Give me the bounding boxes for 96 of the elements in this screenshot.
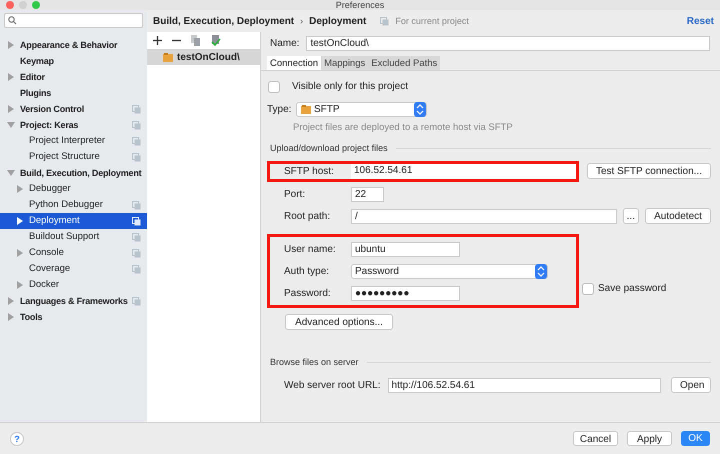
zoom-icon[interactable] (32, 1, 40, 9)
collapse-arrow-icon[interactable] (7, 121, 15, 129)
tree-item[interactable]: Buildout Support (0, 229, 147, 245)
dialog-button[interactable]: OK (681, 431, 710, 446)
copy-icon[interactable] (191, 35, 201, 46)
tree-item-label: Project Structure (29, 151, 100, 163)
checkbox-label: Save password (598, 282, 666, 296)
stepper-icon[interactable] (535, 264, 547, 278)
stepper-icon[interactable] (414, 102, 426, 117)
field-label: SFTP host: (284, 164, 334, 178)
field-label: Port: (284, 188, 306, 202)
dialog-button[interactable]: Apply (627, 431, 672, 446)
checkbox[interactable] (268, 80, 280, 92)
field-label: Root path: (284, 210, 330, 224)
tree-item-label: Python Debugger (29, 199, 103, 211)
expand-arrow-icon[interactable] (16, 217, 24, 225)
name-field[interactable]: testOnCloud\ (306, 36, 710, 51)
tree-item[interactable]: Languages & Frameworks (0, 293, 147, 309)
tree-item[interactable]: Version Control (0, 101, 147, 117)
section-title: Browse files on server (270, 356, 359, 369)
browse-button[interactable]: ... (622, 208, 639, 224)
tree-item[interactable]: Coverage (0, 261, 147, 277)
test-connection-button[interactable]: Test SFTP connection... (587, 163, 711, 179)
tree-item[interactable]: Python Debugger (0, 197, 147, 213)
breadcrumb: Deployment (309, 14, 366, 28)
copy-icon (380, 16, 390, 26)
field-label: Password: (284, 286, 331, 300)
tree-item[interactable]: Plugins (0, 85, 147, 101)
tree-item[interactable]: Deployment (0, 213, 147, 229)
password-field[interactable]: ●●●●●●●●● (351, 286, 460, 300)
tree-item-label: Languages & Frameworks (20, 295, 128, 307)
tree-item[interactable]: Keymap (0, 53, 147, 69)
tree-item[interactable]: Tools (0, 309, 147, 325)
auth-type-dropdown[interactable]: Password (351, 264, 548, 278)
tree-item[interactable]: Console (0, 245, 147, 261)
checkbox-label: Visible only for this project (292, 80, 408, 94)
tree-item-label: Coverage (29, 263, 70, 275)
window-title: Preferences (336, 0, 384, 10)
type-description: Project files are deployed to a remote host via SFTP (293, 121, 514, 135)
root-path-field[interactable]: / (351, 208, 617, 224)
collapse-arrow-icon[interactable] (7, 169, 15, 177)
type-dropdown[interactable]: SFTP (296, 102, 427, 117)
tree-item-label: Console (29, 247, 64, 259)
tree-item-label: Project Interpreter (29, 135, 106, 147)
help-button[interactable]: ? (10, 432, 24, 446)
field-label: Name: (270, 37, 300, 51)
advanced-options-button[interactable]: Advanced options... (285, 314, 393, 330)
tree-item-label: Debugger (29, 183, 71, 195)
tree-item-label: Buildout Support (29, 231, 100, 243)
autodetect-button[interactable]: Autodetect (645, 208, 711, 224)
tree-item-label: Version Control (20, 103, 84, 115)
host-field[interactable]: 106.52.54.61 (351, 164, 576, 178)
search-field[interactable] (4, 13, 143, 28)
tree-item-label: Appearance & Behavior (20, 39, 118, 51)
tree-item-label: Plugins (20, 87, 52, 99)
tree-item-label: Docker (29, 279, 60, 291)
reset-link[interactable]: Reset (686, 14, 714, 28)
field-label: User name: (284, 242, 336, 256)
tree-item-label: Editor (20, 71, 45, 83)
search-icon (8, 16, 18, 25)
tree-item[interactable]: Project Interpreter (0, 133, 147, 149)
field-label: Type: (267, 103, 292, 117)
tab[interactable]: Mappings (321, 56, 368, 70)
field-label: Web server root URL: (284, 378, 381, 392)
dialog-button[interactable]: Cancel (573, 431, 618, 446)
section-title: Upload/download project files (270, 142, 388, 155)
port-field[interactable]: 22 (351, 187, 384, 202)
tree-item[interactable]: Docker (0, 277, 147, 293)
tree-item[interactable]: Project: Keras (0, 117, 147, 133)
user-name-field[interactable]: ubuntu (351, 242, 460, 256)
tree-item-label: Project: Keras (20, 119, 78, 131)
tree-item[interactable]: Editor (0, 69, 147, 85)
breadcrumb: Build, Execution, Deployment (153, 14, 294, 28)
tree-item-label: Build, Execution, Deployment (20, 167, 142, 179)
tab[interactable]: Connection (267, 56, 322, 70)
tree-item[interactable]: Appearance & Behavior (0, 37, 147, 53)
checkbox[interactable] (582, 282, 594, 294)
server-name: testOnCloud\ (177, 50, 240, 64)
field-label: Auth type: (284, 264, 330, 278)
open-button[interactable]: Open (671, 377, 711, 393)
tree-item[interactable]: Build, Execution, Deployment (0, 165, 147, 181)
tree-item-label: Tools (20, 311, 42, 323)
copy-icon (132, 296, 141, 306)
close-icon[interactable] (6, 1, 14, 9)
tree-item[interactable]: Project Structure (0, 149, 147, 165)
tree-item-label: Keymap (20, 55, 54, 67)
web-root-field[interactable]: http://106.52.54.61 (388, 378, 661, 392)
add-icon[interactable] (153, 36, 162, 45)
tree-item-label: Deployment (29, 215, 80, 227)
server-check-icon[interactable] (211, 35, 221, 46)
tree-item[interactable]: Debugger (0, 181, 147, 197)
scope-note: For current project (395, 14, 469, 28)
tab[interactable]: Excluded Paths (368, 56, 440, 70)
breadcrumb-separator: › (300, 14, 304, 28)
server-item[interactable]: testOnCloud\ (147, 49, 260, 65)
minimize-icon[interactable] (19, 1, 27, 9)
